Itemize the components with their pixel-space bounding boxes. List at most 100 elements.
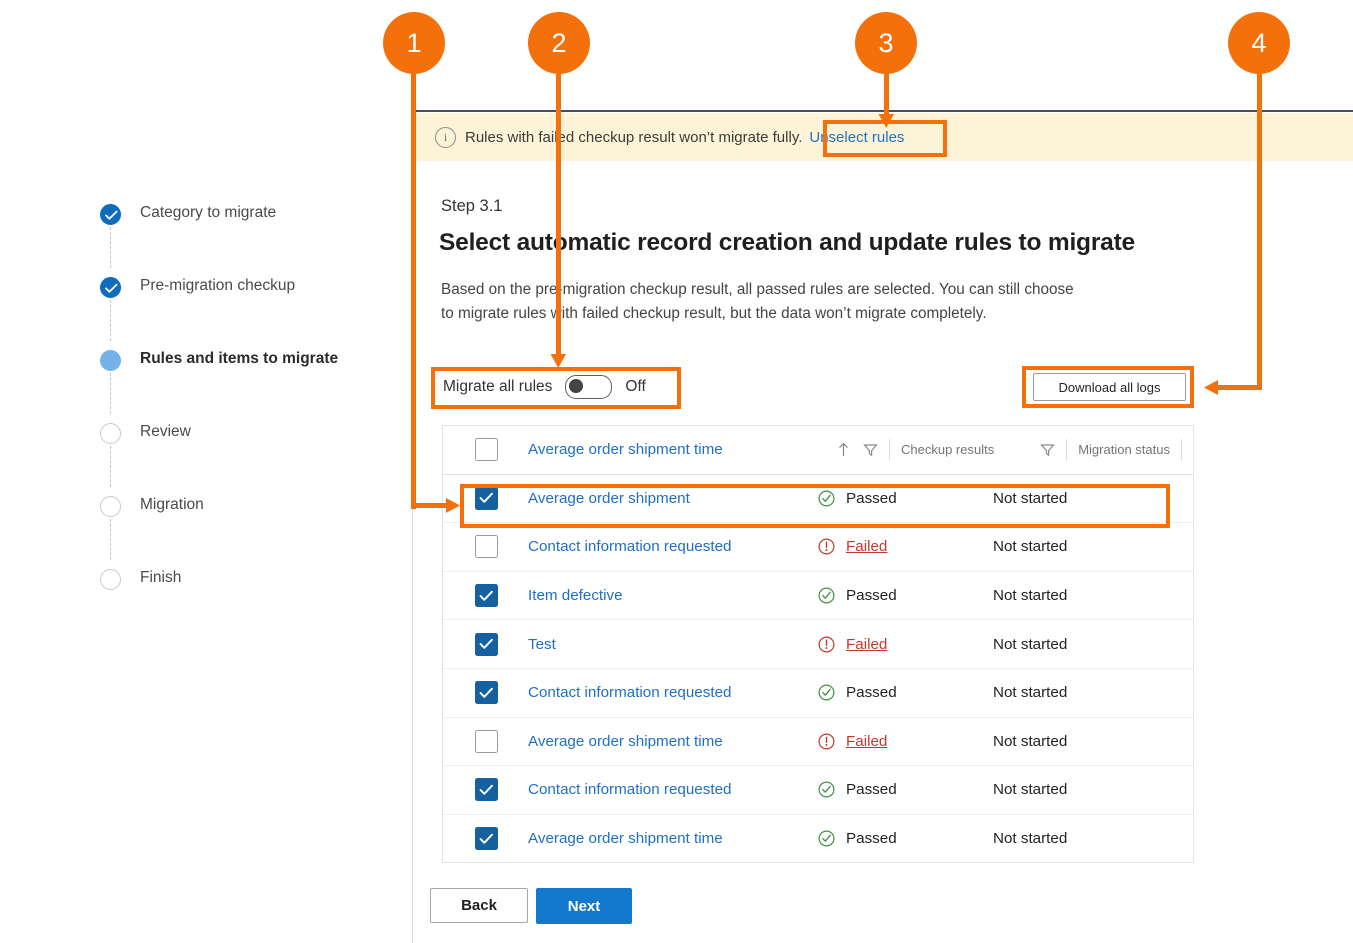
callout-badge-1: 1	[383, 12, 445, 74]
migration-status-cell: Not started	[993, 489, 1068, 507]
download-all-logs-button[interactable]: Download all logs	[1033, 373, 1186, 401]
toggle-knob	[569, 379, 584, 393]
rules-table: Average order shipment time Checkup resu…	[442, 425, 1194, 863]
migration-status-cell: Not started	[993, 635, 1068, 653]
step-complete-icon	[100, 277, 121, 298]
sort-ascending-icon[interactable]	[838, 442, 849, 457]
step-pending-icon	[100, 423, 121, 444]
checkup-result-label: Failed	[846, 732, 888, 750]
unselect-rules-link[interactable]: Unselect rules	[809, 129, 904, 146]
passed-icon	[818, 830, 835, 847]
checkup-result-cell: Passed	[818, 490, 993, 507]
failed-icon	[818, 636, 835, 653]
checkup-result-cell[interactable]: Failed	[818, 538, 993, 555]
migrate-all-rules-toggle[interactable]	[565, 375, 613, 399]
row-checkbox[interactable]	[475, 778, 498, 802]
table-row[interactable]: Contact information requested Failed Not s…	[443, 523, 1193, 572]
checkup-result-cell[interactable]: Failed	[818, 733, 993, 750]
table-row[interactable]: Average order shipment Passed Not started	[443, 475, 1193, 524]
callout-badge-3: 3	[855, 12, 917, 74]
row-checkbox[interactable]	[475, 584, 498, 608]
checkup-result-cell[interactable]: Failed	[818, 636, 993, 653]
checkup-result-label: Passed	[846, 830, 897, 848]
select-all-checkbox[interactable]	[475, 438, 498, 462]
table-row[interactable]: Average order shipment time Passed Not sta…	[443, 815, 1193, 862]
checkup-result-label: Passed	[846, 684, 897, 702]
checkup-result-label: Failed	[846, 538, 888, 556]
migration-status-cell: Not started	[993, 830, 1068, 848]
wizard-step-label: Pre-migration checkup	[140, 277, 296, 294]
rule-name-link[interactable]: Average order shipment	[528, 490, 818, 507]
rule-name-link[interactable]: Average order shipment time	[528, 830, 818, 847]
row-checkbox[interactable]	[475, 681, 498, 705]
checkup-result-cell: Passed	[818, 587, 993, 604]
wizard-step-2[interactable]: Pre-migration checkup	[100, 268, 390, 341]
rule-name-link[interactable]: Contact information requested	[528, 781, 818, 798]
step-eyebrow: Step 3.1	[441, 197, 503, 215]
passed-icon	[818, 781, 835, 798]
filter-icon[interactable]	[1040, 443, 1056, 457]
rule-name-link[interactable]: Contact information requested	[528, 684, 818, 701]
info-banner-message: Rules with failed checkup result won’t m…	[465, 128, 803, 146]
checkup-result-label: Passed	[846, 489, 897, 507]
rule-name-link[interactable]: Item defective	[528, 587, 818, 604]
column-header-name[interactable]: Average order shipment time	[528, 441, 818, 458]
table-row[interactable]: Average order shipment time Failed Not sta…	[443, 718, 1193, 767]
info-banner: i Rules with failed checkup result won’t…	[413, 113, 1353, 161]
wizard-step-6[interactable]: Finish	[100, 560, 390, 633]
migration-status-cell: Not started	[993, 684, 1068, 702]
table-row[interactable]: Item defective Passed Not started	[443, 572, 1193, 621]
wizard-step-4[interactable]: Review	[100, 414, 390, 487]
rule-name-link[interactable]: Contact information requested	[528, 538, 818, 555]
step-pending-icon	[100, 496, 121, 517]
passed-icon	[818, 490, 835, 507]
table-row[interactable]: Contact information requested Passed Not s…	[443, 766, 1193, 815]
rule-name-link[interactable]: Test	[528, 636, 818, 653]
wizard-step-3[interactable]: Rules and items to migrate	[100, 341, 390, 414]
row-checkbox[interactable]	[475, 486, 498, 510]
column-header-migration-status[interactable]: Migration status	[1078, 442, 1170, 457]
migration-status-cell: Not started	[993, 587, 1068, 605]
migrate-all-rules-label: Migrate all rules	[443, 378, 553, 395]
wizard-connector	[110, 300, 112, 341]
page-description: Based on the pre-migration checkup resul…	[441, 281, 1074, 322]
header-divider	[889, 439, 890, 461]
callout-badge-2: 2	[528, 12, 590, 74]
back-button[interactable]: Back	[430, 888, 528, 923]
table-row[interactable]: Test Failed Not started	[443, 620, 1193, 669]
migration-status-cell: Not started	[993, 781, 1068, 799]
wizard-step-1[interactable]: Category to migrate	[100, 195, 390, 268]
info-circle-icon: i	[435, 126, 456, 148]
row-checkbox[interactable]	[475, 535, 498, 559]
passed-icon	[818, 587, 835, 604]
header-divider	[1066, 439, 1068, 461]
rule-name-link[interactable]: Average order shipment time	[528, 733, 818, 750]
wizard-step-5[interactable]: Migration	[100, 487, 390, 560]
wizard-step-label: Review	[140, 423, 191, 440]
wizard-step-label: Category to migrate	[140, 204, 277, 221]
header-divider	[1180, 439, 1182, 461]
callout-badge-4: 4	[1228, 12, 1290, 74]
column-header-checkup-results[interactable]: Checkup results	[901, 442, 994, 457]
step-pending-icon	[100, 569, 121, 590]
row-checkbox[interactable]	[475, 827, 498, 851]
table-row[interactable]: Contact information requested Passed Not s…	[443, 669, 1193, 718]
checkup-result-label: Failed	[846, 635, 888, 653]
filter-icon[interactable]	[863, 443, 878, 457]
wizard-connector	[110, 519, 112, 560]
failed-icon	[818, 538, 835, 555]
migrate-all-rules-state: Off	[625, 378, 646, 395]
checkup-result-cell: Passed	[818, 830, 993, 847]
migration-status-cell: Not started	[993, 538, 1068, 556]
next-button[interactable]: Next	[536, 888, 632, 924]
passed-icon	[818, 684, 835, 701]
checkup-result-label: Passed	[846, 781, 897, 799]
step-complete-icon	[100, 204, 121, 225]
row-checkbox[interactable]	[475, 729, 498, 753]
wizard-step-label: Finish	[140, 569, 182, 586]
checkup-result-label: Passed	[846, 587, 897, 605]
row-checkbox[interactable]	[475, 632, 498, 656]
failed-icon	[818, 733, 835, 750]
wizard-step-label: Rules and items to migrate	[140, 350, 339, 367]
checkup-result-cell: Passed	[818, 781, 993, 798]
